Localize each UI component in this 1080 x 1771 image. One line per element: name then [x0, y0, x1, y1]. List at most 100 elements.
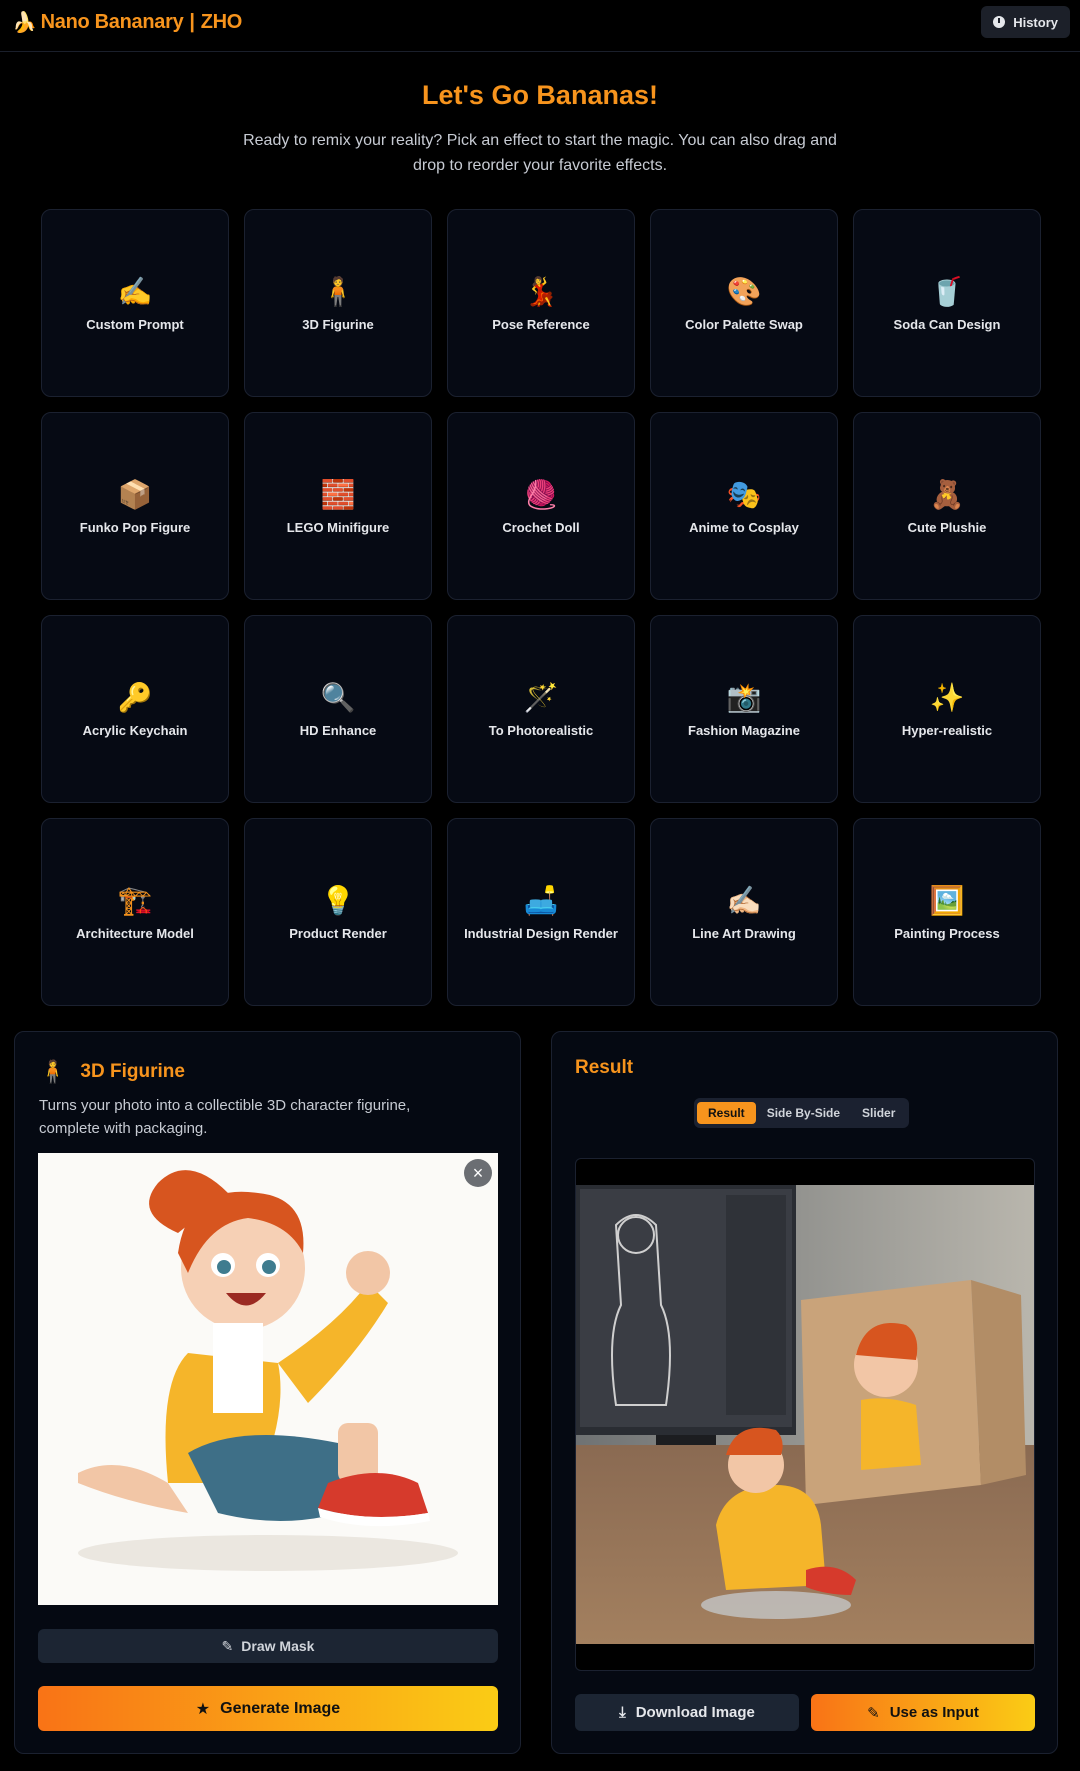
effect-card-pose-reference[interactable]: 💃 Pose Reference [447, 209, 635, 397]
effect-card-3d-figurine[interactable]: 🧍 3D Figurine [244, 209, 432, 397]
effect-card-label: Fashion Magazine [688, 722, 800, 738]
soda-can-design-icon: 🥤 [929, 275, 965, 307]
effect-detail-panel: 🧍 3D Figurine Turns your photo into a co… [14, 1031, 521, 1754]
fashion-magazine-icon: 📸 [726, 681, 762, 713]
effect-card-label: Industrial Design Render [464, 925, 618, 941]
tab-slider[interactable]: Slider [851, 1102, 906, 1124]
acrylic-keychain-icon: 🔑 [117, 681, 153, 713]
effect-card-industrial-design-render[interactable]: 🛋️ Industrial Design Render [447, 818, 635, 1006]
result-title: Result [575, 1057, 634, 1078]
star-icon: ★ [195, 1700, 211, 1718]
crochet-doll-icon: 🧶 [523, 478, 559, 510]
brand-name: Nano Bananary [40, 11, 184, 33]
effect-card-crochet-doll[interactable]: 🧶 Crochet Doll [447, 412, 635, 600]
line-art-drawing-icon: ✍🏻 [726, 884, 762, 916]
tab-side-by-side[interactable]: Side By-Side [756, 1102, 851, 1124]
effect-card-anime-to-cosplay[interactable]: 🎭 Anime to Cosplay [650, 412, 838, 600]
effect-card-label: Crochet Doll [502, 519, 580, 535]
industrial-design-render-icon: 🛋️ [523, 884, 559, 916]
effect-card-label: Hyper-realistic [901, 722, 993, 738]
history-label: History [1013, 14, 1058, 30]
generate-image-button[interactable]: ★ Generate Image [38, 1686, 498, 1731]
effects-grid: ✍️ Custom Prompt 🧍 3D Figurine 💃 Pose Referen… [41, 209, 1041, 1006]
result-panel: Result Result Side By-Side Slider ⤓ Down… [551, 1031, 1058, 1754]
effect-card-label: HD Enhance [299, 722, 377, 738]
figurine-icon: 🧍 [39, 1059, 67, 1084]
lego-minifigure-icon: 🧱 [320, 478, 356, 510]
effect-card-label: LEGO Minifigure [286, 519, 390, 535]
brand-author: ZHO [200, 11, 243, 33]
result-viewer [575, 1158, 1035, 1671]
effect-card-fashion-magazine[interactable]: 📸 Fashion Magazine [650, 615, 838, 803]
effect-card-color-palette-swap[interactable]: 🎨 Color Palette Swap [650, 209, 838, 397]
remove-image-button[interactable]: × [464, 1159, 492, 1187]
effect-card-label: Line Art Drawing [692, 925, 796, 941]
effect-card-label: Acrylic Keychain [82, 722, 188, 738]
result-image-art [576, 1185, 1034, 1644]
effect-title: 3D Figurine [80, 1061, 185, 1082]
effect-description: Turns your photo into a collectible 3D c… [39, 1097, 411, 1137]
input-image: × [38, 1153, 498, 1605]
to-photorealistic-icon: 🪄 [523, 681, 559, 713]
effect-card-acrylic-keychain[interactable]: 🔑 Acrylic Keychain [41, 615, 229, 803]
draw-mask-button[interactable]: ✎ Draw Mask [38, 1629, 498, 1663]
anime-to-cosplay-icon: 🎭 [726, 478, 762, 510]
effect-card-to-photorealistic[interactable]: 🪄 To Photorealistic [447, 615, 635, 803]
banana-logo-icon: 🍌 [12, 12, 37, 34]
use-as-input-label: Use as Input [889, 1704, 979, 1721]
page-title: Let's Go Bananas! [422, 80, 658, 110]
effect-card-label: Architecture Model [76, 925, 194, 941]
effect-card-label: Product Render [289, 925, 387, 941]
effect-heading: 🧍 3D Figurine [39, 1059, 185, 1085]
effect-card-hd-enhance[interactable]: 🔍 HD Enhance [244, 615, 432, 803]
color-palette-swap-icon: 🎨 [726, 275, 762, 307]
input-image-art [78, 1170, 458, 1571]
effect-card-label: To Photorealistic [488, 722, 594, 738]
use-as-input-button[interactable]: ✎ Use as Input [811, 1694, 1035, 1731]
result-image [576, 1185, 1034, 1644]
view-mode-tabs: Result Side By-Side Slider [694, 1098, 910, 1128]
effect-card-line-art-drawing[interactable]: ✍🏻 Line Art Drawing [650, 818, 838, 1006]
download-icon: ⤓ [619, 1704, 626, 1721]
effect-card-funko-pop-figure[interactable]: 📦 Funko Pop Figure [41, 412, 229, 600]
effect-card-label: Color Palette Swap [685, 316, 803, 332]
custom-prompt-icon: ✍️ [117, 275, 153, 307]
brand-separator: | [189, 11, 195, 33]
clock-icon [993, 16, 1006, 28]
effect-card-custom-prompt[interactable]: ✍️ Custom Prompt [41, 209, 229, 397]
edit-icon: ✎ [867, 1704, 880, 1722]
effect-card-label: Custom Prompt [86, 316, 184, 332]
effect-card-label: Painting Process [894, 925, 1000, 941]
3d-figurine-icon: 🧍 [320, 275, 356, 307]
download-label: Download Image [635, 1704, 755, 1721]
app-header: 🍌 Nano Bananary | ZHO History [0, 0, 1080, 52]
effect-card-label: Anime to Cosplay [689, 519, 799, 535]
draw-mask-label: Draw Mask [241, 1638, 315, 1654]
effect-card-product-render[interactable]: 💡 Product Render [244, 818, 432, 1006]
close-icon: × [472, 1163, 484, 1183]
tab-result[interactable]: Result [697, 1102, 756, 1124]
product-render-icon: 💡 [320, 884, 356, 916]
effect-card-hyper-realistic[interactable]: ✨ Hyper-realistic [853, 615, 1041, 803]
painting-process-icon: 🖼️ [929, 884, 965, 916]
effect-card-lego-minifigure[interactable]: 🧱 LEGO Minifigure [244, 412, 432, 600]
pose-reference-icon: 💃 [523, 275, 559, 307]
app-logo[interactable]: 🍌 Nano Bananary | ZHO [12, 10, 242, 35]
effect-card-label: Cute Plushie [907, 519, 987, 535]
history-button[interactable]: History [981, 6, 1070, 38]
funko-pop-figure-icon: 📦 [117, 478, 153, 510]
architecture-model-icon: 🏗️ [117, 884, 153, 916]
effect-card-label: Pose Reference [492, 316, 590, 332]
effect-card-label: 3D Figurine [302, 316, 374, 332]
generate-label: Generate Image [220, 1699, 341, 1717]
hyper-realistic-icon: ✨ [929, 681, 965, 713]
effect-card-label: Funko Pop Figure [79, 519, 191, 535]
effect-card-cute-plushie[interactable]: 🧸 Cute Plushie [853, 412, 1041, 600]
effect-card-painting-process[interactable]: 🖼️ Painting Process [853, 818, 1041, 1006]
download-image-button[interactable]: ⤓ Download Image [575, 1694, 799, 1731]
effect-card-architecture-model[interactable]: 🏗️ Architecture Model [41, 818, 229, 1006]
effect-card-soda-can-design[interactable]: 🥤 Soda Can Design [853, 209, 1041, 397]
pencil-icon: ✎ [221, 1637, 234, 1654]
page-subtitle: Ready to remix your reality? Pick an eff… [243, 132, 837, 174]
hd-enhance-icon: 🔍 [320, 681, 356, 713]
